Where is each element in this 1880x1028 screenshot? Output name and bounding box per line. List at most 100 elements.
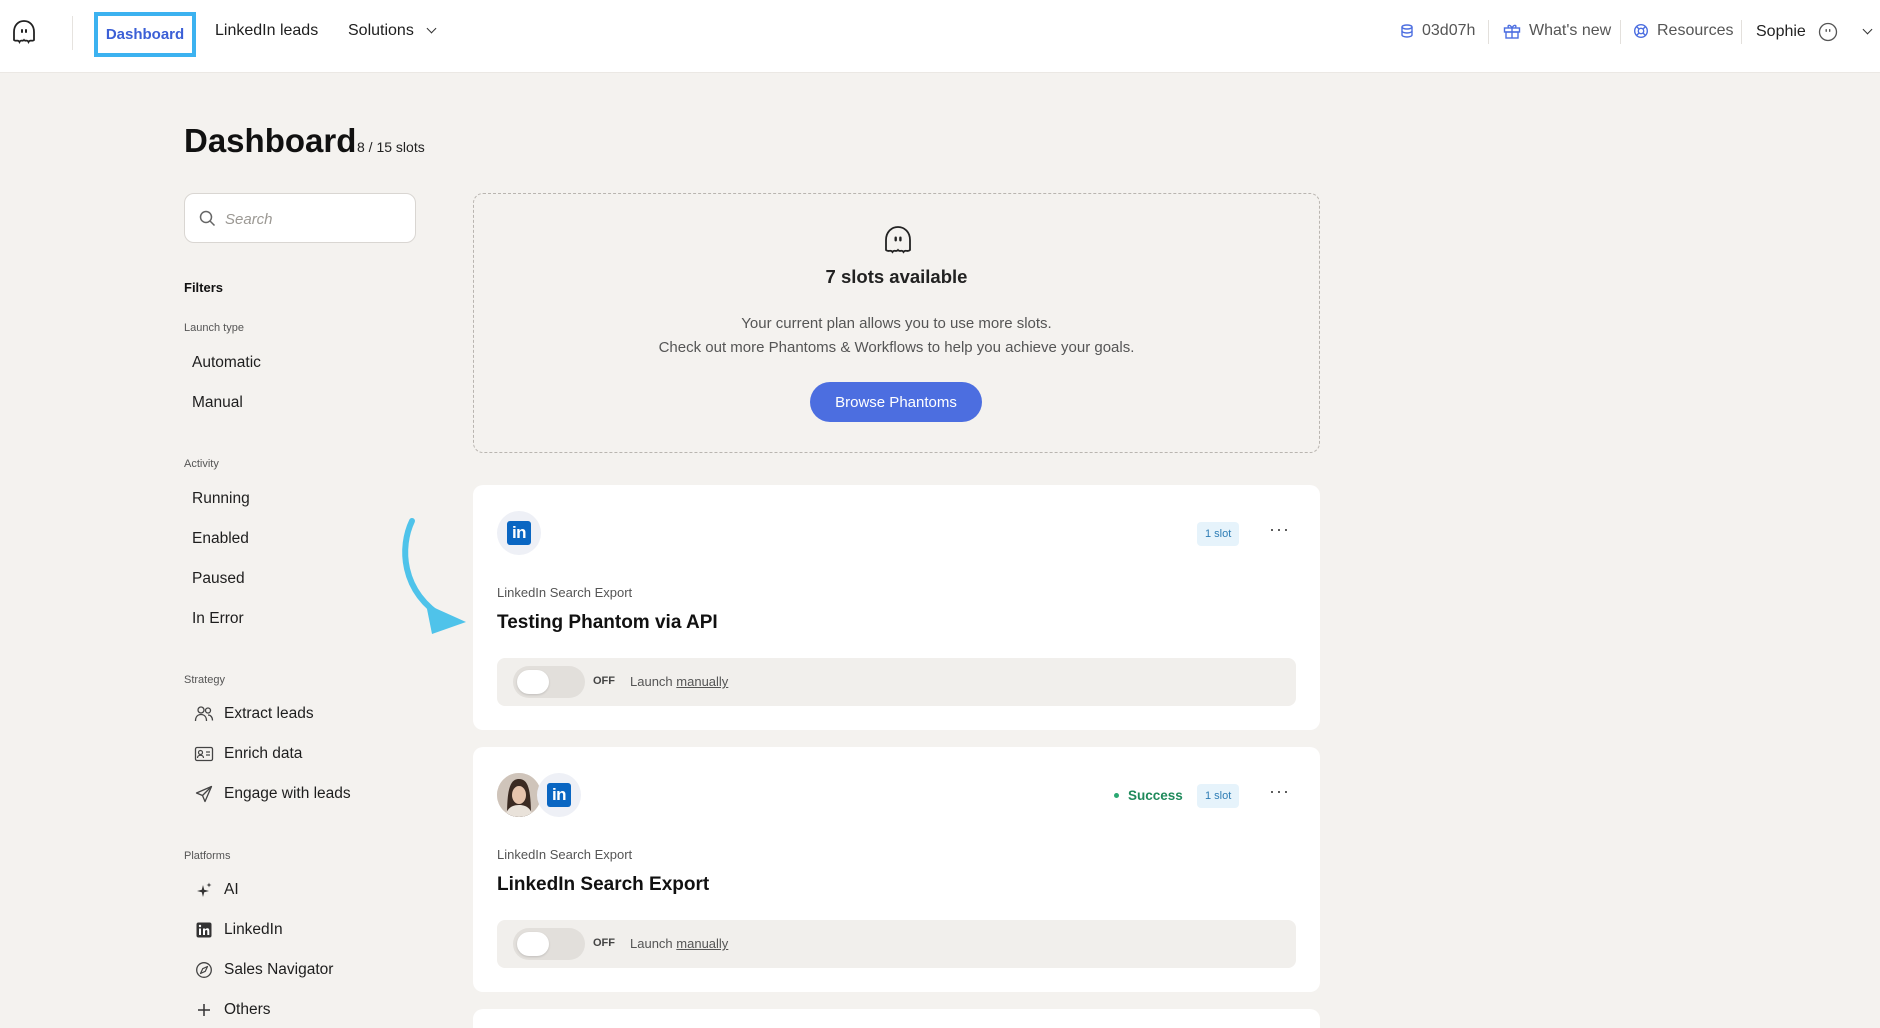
phantom-type: LinkedIn Search Export xyxy=(497,585,633,600)
strategy-label: Strategy xyxy=(184,674,225,686)
id-card-icon xyxy=(194,744,214,764)
plus-icon xyxy=(194,1000,214,1020)
browse-phantoms-button[interactable]: Browse Phantoms xyxy=(810,382,982,422)
more-options-icon[interactable]: ··· xyxy=(1269,519,1290,540)
filter-extract-leads[interactable]: Extract leads xyxy=(194,704,314,724)
linkedin-icon: in xyxy=(547,783,571,807)
launch-mode-link[interactable]: manually xyxy=(676,674,728,689)
people-icon xyxy=(194,704,214,724)
page-title: Dashboard xyxy=(184,122,357,159)
more-options-icon[interactable]: ··· xyxy=(1269,781,1290,802)
slots-available-description: Your current plan allows you to use more… xyxy=(474,312,1319,360)
coins-icon xyxy=(1401,24,1413,38)
trial-timer-label: 03d07h xyxy=(1422,22,1476,39)
slots-available-card: 7 slots available Your current plan allo… xyxy=(473,193,1320,453)
chevron-down-icon xyxy=(1862,24,1873,34)
phantom-card[interactable] xyxy=(473,1009,1320,1028)
lifebuoy-icon xyxy=(1633,23,1649,39)
slot-badge: 1 slot xyxy=(1197,522,1240,546)
filter-engage-with-leads-label: Engage with leads xyxy=(224,785,351,802)
nav-divider xyxy=(72,16,73,50)
filter-paused[interactable]: Paused xyxy=(192,570,245,588)
launch-type-label: Launch type xyxy=(184,322,244,334)
launch-prefix: Launch xyxy=(630,674,673,689)
filter-ai-label: AI xyxy=(224,881,239,898)
nav-divider xyxy=(1741,20,1742,44)
linkedin-badge: in xyxy=(537,773,581,817)
filter-in-error[interactable]: In Error xyxy=(192,610,244,628)
top-navigation: Dashboard LinkedIn leads Solutions 03d07… xyxy=(0,0,1880,73)
search-input[interactable] xyxy=(225,206,405,232)
status-label: Success xyxy=(1128,788,1183,803)
chevron-down-icon xyxy=(426,23,437,34)
filter-others[interactable]: Others xyxy=(194,1000,271,1020)
phantom-title[interactable]: Testing Phantom via API xyxy=(497,612,718,634)
user-photo xyxy=(497,773,541,817)
filter-enabled[interactable]: Enabled xyxy=(192,530,249,548)
filter-ai[interactable]: AI xyxy=(194,880,239,900)
filter-enrich-data[interactable]: Enrich data xyxy=(194,744,302,764)
launch-settings-bar: OFF Launch manually xyxy=(497,920,1296,968)
compass-icon xyxy=(194,960,214,980)
filter-others-label: Others xyxy=(224,1001,271,1018)
search-icon xyxy=(199,210,216,227)
launch-mode-link[interactable]: manually xyxy=(676,936,728,951)
nav-linkedin-leads[interactable]: LinkedIn leads xyxy=(215,22,318,40)
pointer-arrow-icon xyxy=(402,518,466,634)
trial-timer[interactable]: 03d07h xyxy=(1398,22,1475,40)
nav-divider xyxy=(1488,20,1489,44)
phantom-card[interactable]: in Success 1 slot ··· LinkedIn Search Ex… xyxy=(473,747,1320,992)
slots-description-line-1: Your current plan allows you to use more… xyxy=(741,315,1052,332)
resources-link[interactable]: Resources xyxy=(1633,22,1733,40)
nav-solutions[interactable]: Solutions xyxy=(348,22,437,40)
filter-extract-leads-label: Extract leads xyxy=(224,705,314,722)
slots-available-title: 7 slots available xyxy=(825,266,968,287)
user-avatar-ghost-icon xyxy=(1818,22,1837,42)
phantom-title[interactable]: LinkedIn Search Export xyxy=(497,874,709,896)
linkedin-badge: in xyxy=(497,511,541,555)
platforms-label: Platforms xyxy=(184,850,231,862)
ghost-logo-icon[interactable] xyxy=(10,18,38,48)
nav-dashboard-tab[interactable]: Dashboard xyxy=(94,12,196,57)
activity-label: Activity xyxy=(184,458,219,470)
launch-toggle[interactable] xyxy=(513,928,585,960)
toggle-state-label: OFF xyxy=(593,937,615,949)
filter-manual[interactable]: Manual xyxy=(192,394,243,412)
filter-sales-navigator-label: Sales Navigator xyxy=(224,961,334,978)
search-box[interactable] xyxy=(184,193,416,243)
toggle-knob xyxy=(517,670,549,694)
filters-title: Filters xyxy=(184,280,224,295)
launch-toggle[interactable] xyxy=(513,666,585,698)
gift-icon xyxy=(1503,24,1521,39)
resources-label: Resources xyxy=(1657,22,1734,39)
filter-running[interactable]: Running xyxy=(192,490,250,508)
whats-new-label: What's new xyxy=(1529,22,1612,39)
launch-mode-text: Launch manually xyxy=(630,674,728,689)
status-badge: Success xyxy=(1114,788,1183,803)
paper-plane-icon xyxy=(194,784,214,804)
launch-prefix: Launch xyxy=(630,936,673,951)
nav-dashboard-label: Dashboard xyxy=(105,26,185,43)
filter-sales-navigator[interactable]: Sales Navigator xyxy=(194,960,333,980)
slots-description-line-2: Check out more Phantoms & Workflows to h… xyxy=(658,339,1135,356)
linkedin-icon: in xyxy=(507,521,531,545)
launch-settings-bar: OFF Launch manually xyxy=(497,658,1296,706)
toggle-state-label: OFF xyxy=(593,675,615,687)
status-dot-icon xyxy=(1114,793,1119,798)
avatar xyxy=(497,773,541,817)
sparkle-icon xyxy=(194,880,214,900)
filter-linkedin[interactable]: LinkedIn xyxy=(194,920,283,940)
slot-badge: 1 slot xyxy=(1197,784,1240,808)
linkedin-icon xyxy=(194,920,214,940)
whats-new-link[interactable]: What's new xyxy=(1503,22,1611,40)
slots-count: 8 / 15 slots xyxy=(357,139,425,155)
filter-engage-with-leads[interactable]: Engage with leads xyxy=(194,784,351,804)
filter-automatic[interactable]: Automatic xyxy=(192,354,261,372)
launch-mode-text: Launch manually xyxy=(630,936,728,951)
phantom-type: LinkedIn Search Export xyxy=(497,847,633,862)
user-menu[interactable]: Sophie xyxy=(1756,22,1873,42)
phantom-card[interactable]: in 1 slot ··· LinkedIn Search Export Tes… xyxy=(473,485,1320,730)
filter-linkedin-label: LinkedIn xyxy=(224,921,283,938)
ghost-icon xyxy=(885,226,911,254)
filter-enrich-data-label: Enrich data xyxy=(224,745,303,762)
